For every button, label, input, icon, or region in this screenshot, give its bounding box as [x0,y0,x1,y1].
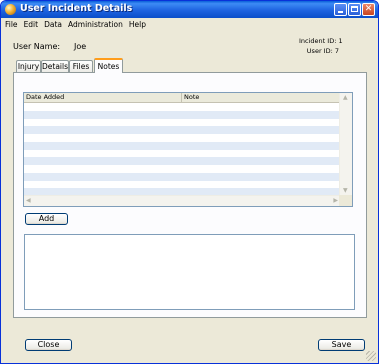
empty-row [24,141,340,150]
scroll-corner [339,195,352,206]
grid-rows [24,103,340,196]
vertical-scrollbar[interactable]: ▲ ▼ [339,93,352,196]
menu-file[interactable]: File [5,20,18,29]
menu-help[interactable]: Help [129,20,146,29]
empty-row [24,126,340,134]
scroll-left-icon[interactable]: ◀ [26,197,31,205]
empty-row [24,157,340,165]
user-id-label: User ID: 7 [306,47,339,55]
grid-header: Date Added Note [24,93,340,103]
user-incident-details-window: User Incident Details ✕ File Edit Data A… [0,0,379,364]
window-title: User Incident Details [20,3,133,14]
tab-notes[interactable]: Notes [94,58,123,73]
empty-row [24,103,340,111]
maximize-button[interactable] [348,3,361,16]
tab-files[interactable]: Files [69,60,93,72]
empty-row [24,119,340,127]
minimize-button[interactable] [334,3,347,16]
note-text-area[interactable] [24,234,355,310]
empty-row [24,172,340,181]
username-label: User Name: [13,42,61,51]
menu-data[interactable]: Data [44,20,62,29]
tab-injury[interactable]: Injury [16,60,41,72]
empty-row [24,134,340,142]
menu-edit[interactable]: Edit [24,20,39,29]
close-button[interactable]: Close [25,339,72,351]
app-icon [5,4,16,15]
scroll-right-icon[interactable]: ▶ [333,197,338,205]
horizontal-scrollbar[interactable]: ◀ ▶ [24,195,340,206]
close-window-button[interactable]: ✕ [362,3,375,16]
empty-row [24,181,340,189]
empty-row [24,150,340,158]
scroll-down-icon[interactable]: ▼ [343,187,348,195]
resize-grip-icon[interactable] [366,351,376,361]
scroll-up-icon[interactable]: ▲ [343,94,348,102]
maximize-icon [351,6,358,12]
column-header-date-added[interactable]: Date Added [24,93,182,102]
save-button[interactable]: Save [318,339,365,351]
menu-bar: File Edit Data Administration Help [1,18,378,30]
empty-row [24,165,340,173]
incident-id-label: Incident ID: 1 [299,37,343,45]
username-value: Joe [74,42,87,51]
tab-details[interactable]: Details [41,60,69,72]
menu-administration[interactable]: Administration [68,20,123,29]
close-icon: ✕ [364,4,373,14]
add-note-button[interactable]: Add [25,213,68,225]
column-header-note[interactable]: Note [182,93,340,102]
title-bar[interactable]: User Incident Details ✕ [1,1,378,18]
minimize-icon [338,11,343,13]
notes-grid[interactable]: Date Added Note ▲ ▼ ◀ ▶ [23,92,353,207]
empty-row [24,110,340,119]
